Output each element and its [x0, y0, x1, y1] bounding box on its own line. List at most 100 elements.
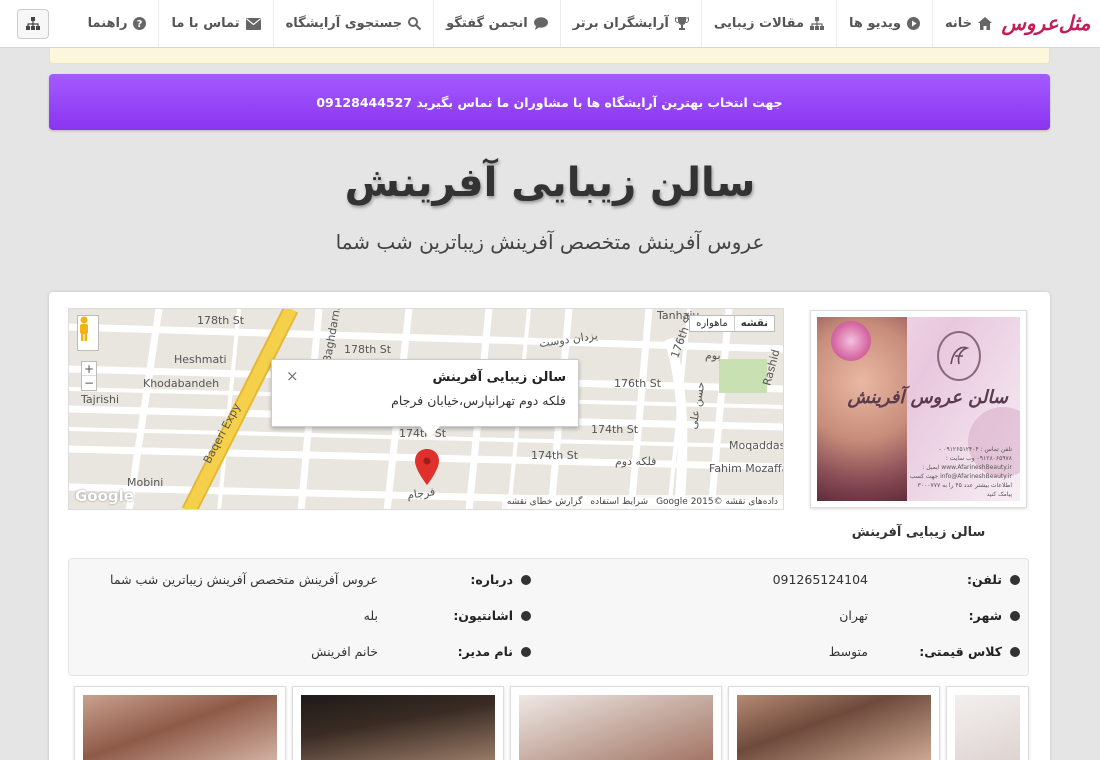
- map-footer: داده‌های نقشه ©2015 Google شرایط استفاده…: [501, 495, 783, 509]
- bullet-icon: [521, 610, 531, 621]
- nav-item-top-artists[interactable]: آرایشگران برتر: [559, 0, 701, 47]
- nav-item-forum[interactable]: انجمن گفتگو: [433, 0, 560, 47]
- map-type-control: ماهواره نقشه: [689, 315, 775, 332]
- nav-item-label: تماس با ما: [171, 16, 240, 31]
- info-phone-label: تلفن:: [967, 572, 1020, 587]
- nav-item-label: آرایشگران برتر: [572, 16, 669, 31]
- gallery-photo: [955, 695, 1020, 760]
- street-label: بوم: [705, 349, 721, 362]
- logo-contact-details: تلفن تماس : ۰۹۱۲۶۵۱۲۴۰۴ - ۰۹۱۲۸۰۶۵۹۷۸ وب…: [909, 446, 1012, 498]
- svg-text:?: ?: [137, 19, 143, 30]
- banner-text: جهت انتخاب بهترین آرایشگاه ها با مشاوران…: [316, 94, 783, 110]
- zoom-in-button[interactable]: +: [82, 362, 96, 376]
- consultant-banner[interactable]: جهت انتخاب بهترین آرایشگاه ها با مشاوران…: [49, 74, 1050, 130]
- nav-item-label: راهنما: [87, 16, 128, 31]
- gallery-photo: [519, 695, 713, 760]
- salon-seal-icon: [937, 331, 981, 381]
- nav-item-home[interactable]: خانه: [931, 0, 1004, 47]
- gallery-photo: [737, 695, 931, 760]
- gallery-thumb[interactable]: [510, 686, 722, 760]
- gallery-thumb[interactable]: [74, 686, 286, 760]
- nav-menu: خانه ویدیو ها مقالات زیبایی آرایشگران بر…: [76, 0, 1004, 47]
- bullet-icon: [521, 574, 531, 585]
- street-label: Khodabandeh: [143, 377, 220, 390]
- play-icon: [906, 17, 920, 30]
- gallery-thumb[interactable]: [292, 686, 504, 760]
- street-view-pegman[interactable]: [77, 315, 99, 351]
- pegman-icon: [80, 316, 88, 341]
- brand-text: مثل‌عروس: [1001, 11, 1091, 35]
- info-manager-value: خانم افرینش: [311, 644, 378, 659]
- info-window-title: سالن زیبایی آفرینش: [432, 370, 566, 385]
- search-icon: [408, 17, 422, 30]
- street-label: Tajrishi: [81, 393, 120, 406]
- nav-item-help[interactable]: ? راهنما: [76, 0, 159, 47]
- street-label: فلکه دوم: [615, 455, 657, 468]
- top-navbar: مثل‌عروس خانه ویدیو ها مقالات زیبایی آرا…: [0, 0, 1100, 48]
- nav-item-label: مقالات زیبایی: [713, 16, 805, 31]
- gallery-thumb[interactable]: [728, 686, 940, 760]
- question-icon: ?: [133, 17, 147, 30]
- nav-item-label: خانه: [944, 16, 972, 31]
- nav-item-label: انجمن گفتگو: [446, 16, 528, 31]
- nav-item-search-salon[interactable]: جستجوی آرایشگاه: [272, 0, 434, 47]
- nav-item-label: جستجوی آرایشگاه: [285, 16, 403, 31]
- nav-item-articles[interactable]: مقالات زیبایی: [700, 0, 836, 47]
- sitemap-icon: [26, 15, 40, 34]
- google-logo: Google: [75, 487, 134, 505]
- info-shinion-value: بله: [363, 608, 378, 623]
- nav-item-label: ویدیو ها: [849, 16, 901, 31]
- salon-logo-card[interactable]: سالن عروس آفرینش تلفن تماس : ۰۹۱۲۶۵۱۲۴۰۴…: [810, 310, 1027, 508]
- map-data-credit: داده‌های نقشه ©2015 Google: [656, 497, 778, 507]
- map-info-window: سالن زیبایی آفرینش فلکه دوم تهرانپارس،خی…: [271, 359, 579, 438]
- map-terms-link[interactable]: شرایط استفاده: [590, 497, 648, 507]
- map-type-satellite[interactable]: ماهواره: [690, 316, 734, 331]
- info-about-value: عروس آفرینش متخصص آفرینش زیباترین شب شما: [110, 572, 378, 587]
- street-label: Fahim Mozaffa: [709, 462, 784, 475]
- street-label: 176th St: [614, 377, 662, 390]
- street-label: Moqaddas: [729, 439, 784, 452]
- map-report-link[interactable]: گزارش خطای نقشه: [507, 497, 582, 507]
- street-label: 174th St: [531, 449, 579, 462]
- home-icon: [978, 17, 992, 30]
- salon-caption: سالن زیبایی آفرینش: [851, 525, 986, 540]
- info-price-label: کلاس قیمتی:: [919, 644, 1020, 659]
- notice-strip: [49, 48, 1050, 64]
- sitemap-icon: [810, 17, 825, 30]
- photo-gallery: [68, 686, 1029, 760]
- street-label: Heshmati: [174, 353, 227, 366]
- street-label: 174th St: [591, 423, 639, 436]
- envelope-icon: [245, 17, 261, 30]
- zoom-out-button[interactable]: −: [82, 376, 96, 390]
- gallery-photo: [301, 695, 495, 760]
- brand-logo[interactable]: مثل‌عروس: [1002, 8, 1091, 38]
- page-subtitle: عروس آفرینش متخصص آفرینش زیباترین شب شما: [335, 230, 765, 254]
- bullet-icon: [521, 646, 531, 657]
- bullet-icon: [1010, 610, 1020, 621]
- comment-icon: [533, 17, 548, 30]
- logo-salon-name: سالن عروس آفرینش: [847, 387, 1008, 408]
- info-city-label: شهر:: [969, 608, 1020, 623]
- salon-logo-image: سالن عروس آفرینش تلفن تماس : ۰۹۱۲۶۵۱۲۴۰۴…: [817, 317, 1020, 501]
- flower-decoration: [831, 321, 871, 361]
- info-phone-value: 091265124104: [772, 572, 868, 587]
- map-type-map[interactable]: نقشه: [733, 316, 774, 331]
- info-city-value: تهران: [839, 608, 868, 623]
- map-pin-icon[interactable]: [415, 449, 439, 485]
- street-label: 178th St: [344, 343, 392, 356]
- gallery-thumb[interactable]: [946, 686, 1029, 760]
- sitemap-button[interactable]: [17, 9, 49, 39]
- page-title: سالن زیبایی آفرینش: [344, 160, 756, 206]
- nav-item-contact[interactable]: تماس با ما: [158, 0, 272, 47]
- close-icon[interactable]: ×: [286, 367, 299, 385]
- info-window-address: فلکه دوم تهرانپارس،خیابان فرجام: [391, 393, 566, 408]
- info-manager-label: نام مدیر:: [458, 644, 531, 659]
- bullet-icon: [1010, 574, 1020, 585]
- info-shinion-label: اشانتیون:: [453, 608, 531, 623]
- nav-item-videos[interactable]: ویدیو ها: [836, 0, 932, 47]
- trophy-icon: [674, 17, 689, 30]
- location-map[interactable]: 178th St 178th St Heshmati Khodabandeh T…: [68, 308, 784, 510]
- bullet-icon: [1010, 646, 1020, 657]
- zoom-control: + −: [81, 361, 97, 391]
- info-about-label: درباره:: [470, 572, 531, 587]
